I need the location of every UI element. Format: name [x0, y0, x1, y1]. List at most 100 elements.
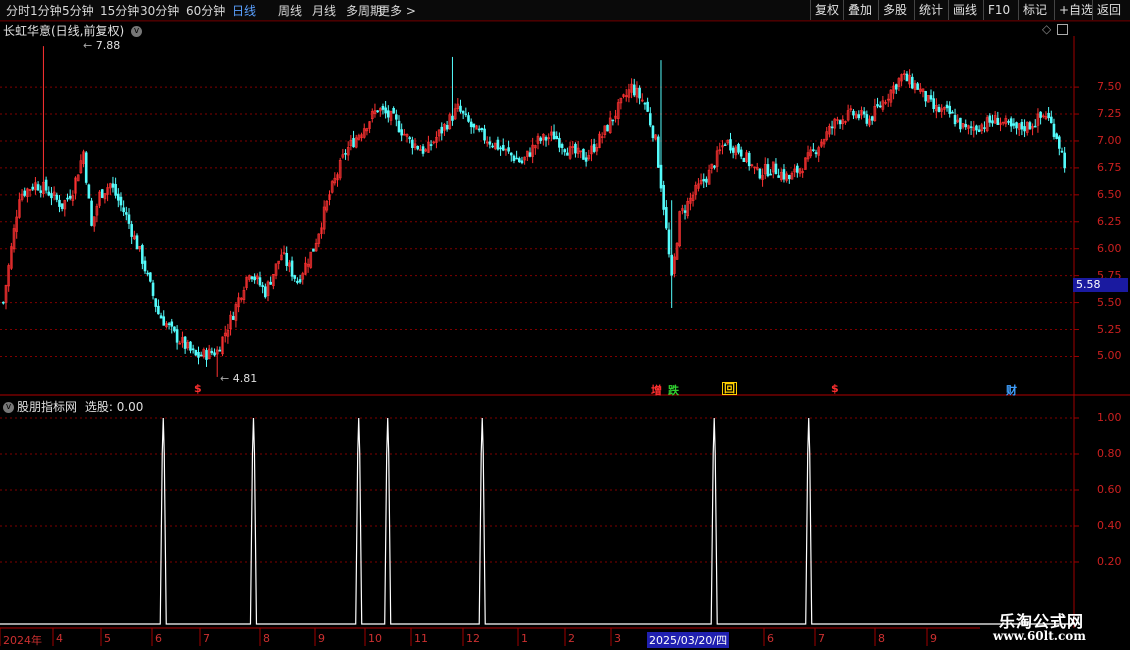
candle-body: [1047, 112, 1050, 119]
candle-body: [646, 101, 649, 112]
candle-body: [512, 155, 516, 162]
candle-body: [194, 349, 198, 356]
candle-body: [638, 87, 641, 99]
chevron-down-icon[interactable]: v: [131, 26, 143, 37]
high-price-label: ← 7.88: [83, 39, 121, 52]
candle-body: [758, 168, 762, 179]
candle-body: [100, 189, 104, 198]
candle-body: [296, 280, 299, 283]
candle-body: [951, 111, 954, 114]
candle-body: [1023, 126, 1026, 132]
stock-title-text: 长虹华意(日线,前复权): [3, 24, 125, 38]
price-tick-label: 6.50: [1097, 187, 1122, 201]
candle-body: [857, 114, 861, 119]
candle-body: [1007, 121, 1010, 123]
candle-body: [509, 152, 513, 156]
candle-body: [130, 224, 133, 237]
candle-body: [769, 173, 772, 176]
candle-body: [218, 349, 222, 352]
candle-body: [213, 352, 216, 356]
candle-body: [563, 149, 567, 153]
event-marker[interactable]: 回: [722, 382, 737, 395]
candle-body: [298, 279, 302, 283]
chevron-down-icon[interactable]: v: [3, 402, 14, 413]
candle-body: [924, 91, 927, 102]
date-label: 12: [466, 632, 480, 645]
date-label: 5: [104, 632, 111, 645]
candle-body: [528, 152, 532, 157]
indicator-tick-label: 0.40: [1097, 519, 1122, 532]
candle-body: [205, 350, 208, 360]
candle-body: [870, 116, 874, 121]
candle-body: [183, 336, 187, 349]
candle-body: [988, 115, 992, 123]
candle-body: [830, 126, 834, 129]
indicator-name: 股朋指标网: [17, 400, 78, 414]
candle-body: [507, 147, 510, 152]
candle-body: [1015, 122, 1018, 129]
window-toggle-icon[interactable]: [1057, 24, 1069, 35]
candle-body: [231, 316, 235, 320]
candle-body: [742, 157, 746, 163]
candle-body: [376, 110, 379, 113]
candle-body: [1055, 133, 1058, 139]
candle-body: [1028, 122, 1032, 130]
candle-body: [483, 128, 486, 141]
candle-body: [737, 143, 740, 153]
event-marker[interactable]: 跌: [668, 382, 679, 398]
event-marker[interactable]: $: [194, 382, 202, 395]
event-marker[interactable]: 财: [1006, 382, 1017, 398]
candle-body: [555, 135, 559, 140]
candle-body: [592, 144, 596, 152]
price-tick-label: 5.50: [1097, 295, 1122, 309]
indicator-signal-value: 选股: 0.00: [84, 400, 144, 414]
candle-body: [959, 117, 962, 130]
candle-body: [705, 178, 708, 183]
candle-body: [662, 184, 665, 210]
candle-body: [584, 157, 588, 162]
low-price-value: 4.81: [232, 372, 258, 385]
candle-body: [488, 141, 492, 145]
price-tick-label: 7.50: [1097, 80, 1122, 94]
candle-body: [515, 157, 518, 160]
candle-body: [261, 285, 264, 288]
candle-body: [491, 145, 494, 148]
candle-body: [723, 144, 727, 147]
date-label: 9: [318, 632, 325, 645]
candle-body: [1060, 150, 1064, 153]
event-marker[interactable]: $: [831, 382, 839, 395]
candle-body: [290, 260, 294, 277]
high-price-value: 7.88: [95, 39, 121, 52]
main-chart-title: 长虹华意(日线,前复权) v: [3, 22, 143, 39]
candle-body: [683, 210, 687, 213]
candle-body: [68, 195, 72, 199]
candle-body: [894, 84, 898, 90]
candle-body: [122, 207, 125, 213]
price-tick-label: 6.25: [1097, 214, 1122, 228]
candle-body: [250, 276, 254, 280]
candle-body: [47, 191, 51, 196]
candle-body: [932, 98, 935, 110]
candle-body: [731, 147, 735, 153]
candle-body: [269, 281, 272, 285]
candle-body: [416, 145, 420, 150]
price-tick-label: 6.00: [1097, 241, 1122, 255]
candle-body: [84, 152, 88, 183]
candle-body: [66, 197, 69, 200]
candle-body: [574, 143, 577, 154]
candle-body: [539, 137, 542, 141]
indicator-title: v 股朋指标网 选股: 0.00: [3, 398, 143, 415]
candle-body: [905, 73, 909, 82]
candle-body: [191, 348, 195, 351]
candle-body: [162, 316, 166, 326]
candle-body: [766, 164, 770, 177]
candle-body: [975, 125, 978, 131]
diamond-icon[interactable]: ◇: [1042, 22, 1051, 36]
candle-body: [143, 260, 147, 272]
event-marker[interactable]: 增: [651, 382, 662, 398]
candle-body: [472, 123, 476, 128]
indicator-tick-label: 0.60: [1097, 483, 1122, 496]
date-label: 1: [521, 632, 528, 645]
candle-body: [865, 114, 869, 124]
candle-body: [293, 275, 297, 279]
